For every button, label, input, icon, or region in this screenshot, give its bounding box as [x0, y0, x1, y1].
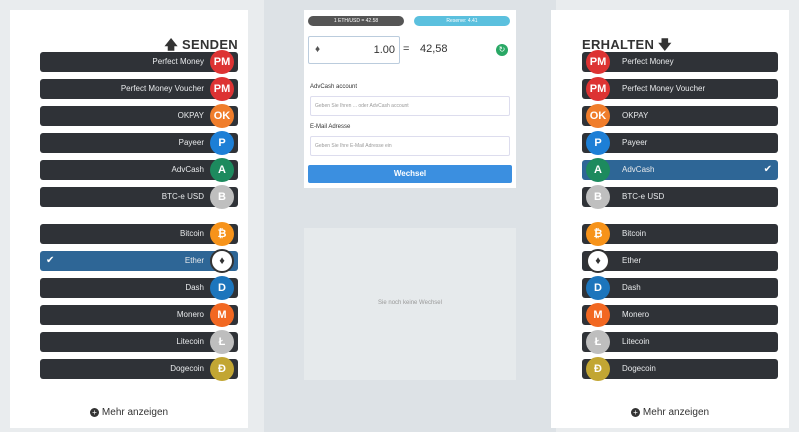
receive-currency-btc-e-usd[interactable]: BTC-e USD B — [582, 185, 778, 209]
receive-currency-perfect-money[interactable]: Perfect Money PM — [582, 50, 778, 74]
result-value: 42,58 — [420, 43, 448, 55]
send-more-link[interactable]: + Mehr anzeigen — [10, 407, 248, 418]
exchange-form: 1 ETH/USD = 42.58 Reserve: 4.41 ♦ 1.00 =… — [304, 10, 516, 188]
ether-icon: ♦ — [210, 249, 234, 273]
send-panel: 🡅 SENDEN Perfect Money PM Perfect Money Vo… — [10, 10, 248, 428]
perfect-money-icon: PM — [210, 50, 234, 74]
receive-currency-monero[interactable]: Monero M — [582, 303, 778, 327]
receive-currency-ether[interactable]: Ether ♦ — [582, 249, 778, 273]
send-currency-dash[interactable]: Dash D — [40, 276, 238, 300]
receive-more-link[interactable]: + Mehr anzeigen — [551, 407, 789, 418]
monero-icon: M — [210, 303, 234, 327]
litecoin-icon: Ł — [210, 330, 234, 354]
monero-icon: M — [586, 303, 610, 327]
amount-input[interactable]: ♦ 1.00 — [308, 36, 400, 64]
rate-badge: 1 ETH/USD = 42.58 — [308, 16, 404, 26]
receive-currency-litecoin[interactable]: Litecoin Ł — [582, 330, 778, 354]
email-label: E-Mail Adresse — [310, 124, 351, 130]
send-currency-payeer[interactable]: Payeer P — [40, 131, 238, 155]
receive-currency-payeer[interactable]: Payeer P — [582, 131, 778, 155]
amount-value: 1.00 — [373, 44, 395, 56]
bitcoin-icon: ₿ — [586, 222, 610, 246]
dash-icon: D — [210, 276, 234, 300]
dogecoin-icon: Ð — [586, 357, 610, 381]
perfect-money-voucher-icon: PM — [586, 77, 610, 101]
receive-panel: ERHALTEN 🡇 Perfect Money PM Perfect Money … — [551, 10, 789, 428]
history-empty-text: Sie noch keine Wechsel — [378, 300, 442, 306]
receive-currency-dogecoin[interactable]: Dogecoin Ð — [582, 357, 778, 381]
btc-e-usd-icon: B — [586, 185, 610, 209]
exchange-button[interactable]: Wechsel — [308, 165, 512, 183]
send-currency-advcash[interactable]: AdvCash A — [40, 158, 238, 182]
arrow-down-icon: 🡇 — [658, 37, 672, 52]
account-input[interactable]: Geben Sie Ihren ... oder AdvCash account — [310, 96, 510, 116]
send-currency-okpay[interactable]: OKPAY OK — [40, 104, 238, 128]
account-label: AdvCash account — [310, 84, 358, 90]
history-box: Sie noch keine Wechsel — [304, 228, 516, 380]
reserve-badge: Reserve: 4.41 — [414, 16, 510, 26]
perfect-money-icon: PM — [586, 50, 610, 74]
refresh-icon[interactable]: ↻ — [496, 44, 508, 56]
okpay-icon: OK — [210, 104, 234, 128]
send-currency-ether[interactable]: Ether ♦ ✔ — [40, 249, 238, 273]
send-currency-dogecoin[interactable]: Dogecoin Ð — [40, 357, 238, 381]
receive-currency-bitcoin[interactable]: Bitcoin ₿ — [582, 222, 778, 246]
send-currency-perfect-money[interactable]: Perfect Money PM — [40, 50, 238, 74]
plus-circle-icon: + — [89, 407, 99, 417]
checkmark-icon: ✔ — [763, 164, 772, 175]
send-currency-monero[interactable]: Monero M — [40, 303, 238, 327]
send-currency-perfect-money-voucher[interactable]: Perfect Money Voucher PM — [40, 77, 238, 101]
equals-sign: = — [403, 43, 410, 55]
btc-e-usd-icon: B — [210, 185, 234, 209]
advcash-icon: A — [586, 158, 610, 182]
receive-currency-okpay[interactable]: OKPAY OK — [582, 104, 778, 128]
payeer-icon: P — [210, 131, 234, 155]
payeer-icon: P — [586, 131, 610, 155]
exchange-page: 🡅 SENDEN Perfect Money PM Perfect Money Vo… — [0, 0, 799, 432]
dogecoin-icon: Ð — [210, 357, 234, 381]
advcash-icon: A — [210, 158, 234, 182]
email-input[interactable]: Geben Sie Ihre E-Mail Adresse ein — [310, 136, 510, 156]
bitcoin-icon: ₿ — [210, 222, 234, 246]
receive-currency-perfect-money-voucher[interactable]: Perfect Money Voucher PM — [582, 77, 778, 101]
amount-row: ♦ 1.00 = 42,58 ↻ — [308, 36, 512, 64]
ether-icon: ♦ — [586, 249, 610, 273]
dash-icon: D — [586, 276, 610, 300]
send-currency-btc-e-usd[interactable]: BTC-e USD B — [40, 185, 238, 209]
ether-icon: ♦ — [315, 44, 321, 55]
receive-currency-advcash[interactable]: AdvCash A ✔ — [582, 158, 778, 182]
litecoin-icon: Ł — [586, 330, 610, 354]
perfect-money-voucher-icon: PM — [210, 77, 234, 101]
plus-circle-icon: + — [630, 407, 640, 417]
receive-currency-dash[interactable]: Dash D — [582, 276, 778, 300]
arrow-up-icon: 🡅 — [164, 37, 179, 52]
send-currency-litecoin[interactable]: Litecoin Ł — [40, 330, 238, 354]
send-currency-bitcoin[interactable]: Bitcoin ₿ — [40, 222, 238, 246]
okpay-icon: OK — [586, 104, 610, 128]
checkmark-icon: ✔ — [46, 255, 55, 266]
